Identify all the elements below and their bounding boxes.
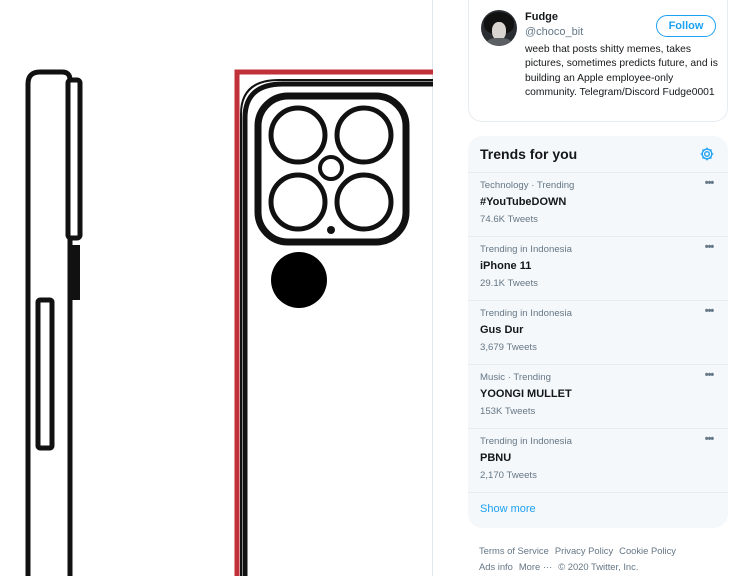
profile-handle[interactable]: @choco_bit — [525, 26, 583, 38]
terms-link[interactable]: Terms of Service — [479, 545, 549, 556]
trend-meta: Trending in Indonesia — [480, 436, 572, 447]
trend-name[interactable]: #YouTubeDOWN — [480, 196, 566, 208]
more-link[interactable]: More ··· — [519, 561, 552, 572]
trend-item[interactable]: Music · Trending YOONGI MULLET 153K Twee… — [468, 364, 728, 429]
privacy-link[interactable]: Privacy Policy — [555, 545, 613, 556]
trends-panel: Trends for you Technology · Trending #Yo… — [468, 136, 728, 528]
phone-back-view — [234, 69, 433, 576]
footer-links: Terms of Service Privacy Policy Cookie Pol… — [479, 543, 729, 575]
trend-name[interactable]: PBNU — [480, 452, 511, 464]
trend-count: 74.6K Tweets — [480, 214, 538, 225]
show-more-link[interactable]: Show more — [480, 503, 536, 515]
profile-name[interactable]: Fudge — [525, 11, 558, 23]
follow-button[interactable]: Follow — [656, 15, 716, 37]
trends-title: Trends for you — [480, 146, 578, 162]
trend-item[interactable]: Trending in Indonesia PBNU 2,170 Tweets … — [468, 428, 728, 493]
trends-header: Trends for you — [468, 136, 728, 173]
trend-name[interactable]: YOONGI MULLET — [480, 388, 572, 400]
trend-item[interactable]: Trending in Indonesia iPhone 11 29.1K Tw… — [468, 236, 728, 301]
phone-side-button — [72, 245, 80, 300]
gear-icon[interactable] — [699, 146, 715, 162]
cookie-link[interactable]: Cookie Policy — [619, 545, 676, 556]
avatar[interactable] — [481, 10, 517, 46]
trend-name[interactable]: iPhone 11 — [480, 260, 531, 272]
profile-card: Fudge @choco_bit Follow weeb that posts … — [468, 0, 728, 122]
ellipsis-icon[interactable]: ••• — [701, 369, 717, 381]
right-sidebar: Fudge @choco_bit Follow weeb that posts … — [446, 0, 730, 576]
trend-item[interactable]: Trending in Indonesia Gus Dur 3,679 Twee… — [468, 300, 728, 365]
profile-bio: weeb that posts shitty memes, takes pict… — [525, 44, 718, 98]
trend-count: 153K Tweets — [480, 406, 536, 417]
ads-info-link[interactable]: Ads info — [479, 561, 513, 572]
trend-meta: Music · Trending — [480, 372, 551, 383]
media-frame — [0, 0, 433, 576]
trend-meta: Technology · Trending — [480, 180, 575, 191]
trend-count: 29.1K Tweets — [480, 278, 538, 289]
trend-meta: Trending in Indonesia — [480, 244, 572, 255]
trend-count: 2,170 Tweets — [480, 470, 537, 481]
phone-side-view — [25, 69, 83, 576]
iphone-drawing — [25, 69, 433, 576]
trend-meta: Trending in Indonesia — [480, 308, 572, 319]
trend-item[interactable]: Technology · Trending #YouTubeDOWN 74.6K… — [468, 172, 728, 237]
ellipsis-icon[interactable]: ••• — [701, 177, 717, 189]
ellipsis-icon[interactable]: ••• — [701, 241, 717, 253]
trend-name[interactable]: Gus Dur — [480, 324, 523, 336]
trend-count: 3,679 Tweets — [480, 342, 537, 353]
tweet-media-image[interactable] — [0, 0, 446, 576]
ellipsis-icon[interactable]: ••• — [701, 305, 717, 317]
ellipsis-icon[interactable]: ••• — [701, 433, 717, 445]
copyright: © 2020 Twitter, Inc. — [558, 561, 639, 572]
